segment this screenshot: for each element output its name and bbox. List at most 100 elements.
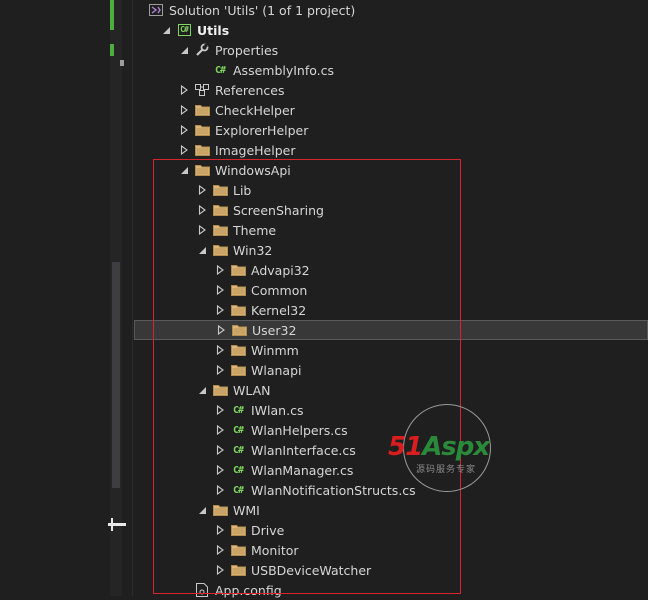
collapsed-chevron-icon[interactable] <box>214 404 226 416</box>
csharp-file-icon: C# <box>232 404 244 416</box>
tree-item-label: AssemblyInfo.cs <box>233 62 335 78</box>
tree-item-windowsapi[interactable]: WindowsApi <box>134 160 648 180</box>
tree-item-assemblyinfo[interactable]: C# AssemblyInfo.cs <box>134 60 648 80</box>
divider <box>132 0 133 596</box>
collapsed-chevron-icon[interactable] <box>215 324 227 336</box>
folder-icon <box>212 183 228 197</box>
tree-item-references[interactable]: References <box>134 80 648 100</box>
tree-item-explorerhelper[interactable]: ExplorerHelper <box>134 120 648 140</box>
tree-item-appconfig[interactable]: App.config <box>134 580 648 600</box>
tree-item-drive[interactable]: Drive <box>134 520 648 540</box>
tree-item-screensharing[interactable]: ScreenSharing <box>134 200 648 220</box>
tree-item-label: Winmm <box>251 342 299 358</box>
tree-item-wlaninterface[interactable]: C# WlanInterface.cs <box>134 440 648 460</box>
tree-item-win32[interactable]: Win32 <box>134 240 648 260</box>
collapsed-chevron-icon[interactable] <box>178 84 190 96</box>
tree-item-label: Wlanapi <box>251 362 302 378</box>
tree-item-label: WLAN <box>233 382 271 398</box>
tree-item-wlanhelpers[interactable]: C# WlanHelpers.cs <box>134 420 648 440</box>
folder-icon <box>212 383 228 397</box>
folder-icon <box>194 143 210 157</box>
collapsed-chevron-icon[interactable] <box>214 304 226 316</box>
folder-icon <box>212 243 228 257</box>
tree-item-utils[interactable]: C# Utils <box>134 20 648 40</box>
tree-item-user32[interactable]: User32 <box>134 320 648 340</box>
folder-icon <box>212 203 228 217</box>
tree-item-label: Drive <box>251 522 285 538</box>
tree-item-common[interactable]: Common <box>134 280 648 300</box>
folder-icon <box>230 563 246 577</box>
tree-item-wlan[interactable]: WLAN <box>134 380 648 400</box>
tree-item-label: WlanNotificationStructs.cs <box>251 482 416 498</box>
collapsed-chevron-icon[interactable] <box>214 444 226 456</box>
collapsed-chevron-icon[interactable] <box>214 464 226 476</box>
folder-icon <box>194 163 210 177</box>
collapsed-chevron-icon[interactable] <box>214 424 226 436</box>
tree-item-label: User32 <box>252 322 297 338</box>
collapsed-chevron-icon[interactable] <box>196 204 208 216</box>
tree-item-label: Kernel32 <box>251 302 307 318</box>
collapsed-chevron-icon[interactable] <box>214 524 226 536</box>
expanded-chevron-icon[interactable] <box>178 44 190 56</box>
expanded-chevron-icon[interactable] <box>196 384 208 396</box>
tree-item-label: CheckHelper <box>215 102 295 118</box>
folder-icon <box>194 123 210 137</box>
tree-item-label: Advapi32 <box>251 262 310 278</box>
csharp-file-icon: C# <box>232 424 244 436</box>
tree-item-imagehelper[interactable]: ImageHelper <box>134 140 648 160</box>
collapsed-chevron-icon[interactable] <box>196 224 208 236</box>
change-marker <box>110 0 114 30</box>
collapsed-chevron-icon[interactable] <box>214 364 226 376</box>
tree-item-wlanmanager[interactable]: C# WlanManager.cs <box>134 460 648 480</box>
collapsed-chevron-icon[interactable] <box>214 564 226 576</box>
folder-icon <box>212 503 228 517</box>
change-marker <box>110 44 114 56</box>
tree-item-usbdevicewatcher[interactable]: USBDeviceWatcher <box>134 560 648 580</box>
collapsed-chevron-icon[interactable] <box>178 124 190 136</box>
collapsed-chevron-icon[interactable] <box>178 144 190 156</box>
tree-item-label: Utils <box>197 22 230 38</box>
collapsed-chevron-icon[interactable] <box>214 344 226 356</box>
position-marker <box>111 518 113 531</box>
tree-item-checkhelper[interactable]: CheckHelper <box>134 100 648 120</box>
tree-item-label: IWlan.cs <box>251 402 304 418</box>
csharp-project-icon: C# <box>176 23 192 37</box>
collapsed-chevron-icon[interactable] <box>178 104 190 116</box>
tree-item-label: WMI <box>233 502 260 518</box>
tree-item-properties[interactable]: Properties <box>134 40 648 60</box>
tree-item-kernel32[interactable]: Kernel32 <box>134 300 648 320</box>
tree-item-label: Lib <box>233 182 252 198</box>
tree-item-label: WlanInterface.cs <box>251 442 356 458</box>
csharp-file-icon: C# <box>232 484 244 496</box>
collapsed-chevron-icon[interactable] <box>196 184 208 196</box>
tree-item-label: Properties <box>215 42 279 58</box>
tree-item-iwlan[interactable]: C# IWlan.cs <box>134 400 648 420</box>
expanded-chevron-icon[interactable] <box>160 24 172 36</box>
tree-item-theme[interactable]: Theme <box>134 220 648 240</box>
expanded-chevron-icon[interactable] <box>196 504 208 516</box>
tree-item-winmm[interactable]: Winmm <box>134 340 648 360</box>
collapsed-chevron-icon[interactable] <box>214 484 226 496</box>
collapsed-chevron-icon[interactable] <box>214 264 226 276</box>
collapsed-chevron-icon[interactable] <box>214 544 226 556</box>
tree-item-wmi[interactable]: WMI <box>134 500 648 520</box>
tree-item-label: ImageHelper <box>215 142 296 158</box>
tree-item-label: App.config <box>215 582 282 598</box>
tree-item-label: USBDeviceWatcher <box>251 562 372 578</box>
folder-icon <box>230 343 246 357</box>
tree-item-lib[interactable]: Lib <box>134 180 648 200</box>
tree-item-wlannotification[interactable]: C# WlanNotificationStructs.cs <box>134 480 648 500</box>
tree-item-wlanapi[interactable]: Wlanapi <box>134 360 648 380</box>
expanded-chevron-icon[interactable] <box>196 244 208 256</box>
solution-node[interactable]: Solution 'Utils' (1 of 1 project) <box>134 0 648 20</box>
scrollbar-thumb[interactable] <box>112 262 120 488</box>
tree-item-label: Theme <box>233 222 277 238</box>
collapsed-chevron-icon[interactable] <box>214 284 226 296</box>
folder-icon <box>230 263 246 277</box>
tree-item-monitor[interactable]: Monitor <box>134 540 648 560</box>
no-chevron <box>178 584 190 596</box>
expanded-chevron-icon[interactable] <box>178 164 190 176</box>
tree-item-advapi32[interactable]: Advapi32 <box>134 260 648 280</box>
folder-icon <box>212 223 228 237</box>
solution-label: Solution 'Utils' (1 of 1 project) <box>169 2 356 18</box>
